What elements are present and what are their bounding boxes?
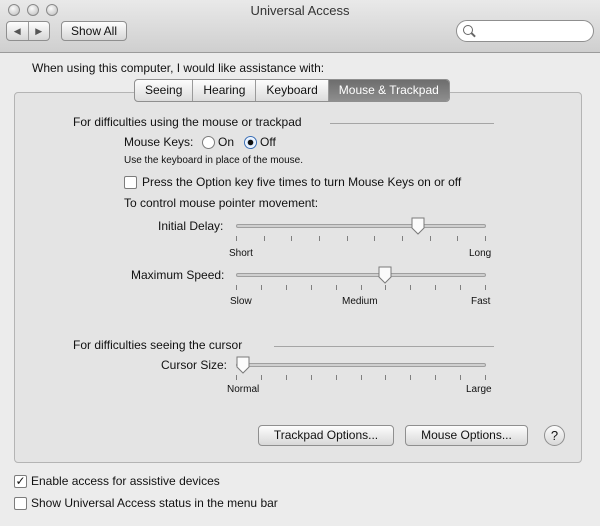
slider-tick <box>311 285 312 290</box>
cursor-size-label: Cursor Size: <box>161 358 228 372</box>
slider-tick <box>485 375 486 380</box>
maximum-speed-min-label: Slow <box>230 296 252 307</box>
initial-delay-min-label: Short <box>229 248 253 259</box>
cursor-size-slider[interactable] <box>236 356 486 393</box>
slider-tick <box>435 375 436 380</box>
slider-knob[interactable] <box>411 217 425 235</box>
slider-tick <box>311 375 312 380</box>
tab-seeing[interactable]: Seeing <box>135 80 192 101</box>
slider-tick <box>336 285 337 290</box>
back-arrow-icon: ◀ <box>13 25 21 36</box>
forward-arrow-icon: ▶ <box>35 25 43 36</box>
tab-keyboard[interactable]: Keyboard <box>255 80 327 101</box>
mouse-section-title: For difficulties using the mouse or trac… <box>73 115 302 129</box>
initial-delay-label: Initial Delay: <box>158 219 224 233</box>
slider-tick <box>402 236 403 241</box>
slider-tick <box>236 285 237 290</box>
mouse-keys-on-radio[interactable] <box>202 136 215 149</box>
slider-tick <box>460 285 461 290</box>
assistive-devices-checkbox[interactable]: ✓ <box>14 475 27 488</box>
window-title: Universal Access <box>250 3 350 18</box>
slider-tick <box>460 375 461 380</box>
mouse-keys-hint: Use the keyboard in place of the mouse. <box>124 155 303 166</box>
pointer-movement-heading: To control mouse pointer movement: <box>124 196 319 210</box>
slider-tick <box>374 236 375 241</box>
slider-tick <box>410 285 411 290</box>
search-icon <box>463 25 473 35</box>
cursor-section-divider <box>274 346 494 347</box>
maximum-speed-label: Maximum Speed: <box>131 268 225 282</box>
search-field[interactable] <box>456 20 594 42</box>
option-key-label: Press the Option key five times to turn … <box>142 175 462 189</box>
show-all-button[interactable]: Show All <box>61 21 127 41</box>
slider-tick <box>236 375 237 380</box>
assistance-prompt: When using this computer, I would like a… <box>32 61 325 75</box>
mouse-keys-on-label: On <box>218 135 235 149</box>
initial-delay-max-label: Long <box>469 248 492 259</box>
back-button[interactable]: ◀ <box>7 22 28 40</box>
slider-knob[interactable] <box>378 266 392 284</box>
tab-mouse-trackpad[interactable]: Mouse & Trackpad <box>327 80 449 101</box>
maximum-speed-max-label: Fast <box>471 296 491 307</box>
forward-button[interactable]: ▶ <box>27 22 50 40</box>
slider-tick <box>336 375 337 380</box>
slider-tick <box>286 375 287 380</box>
slider-tick <box>286 285 287 290</box>
cursor-size-min-label: Normal <box>227 384 260 395</box>
cursor-section-title: For difficulties seeing the cursor <box>73 338 243 352</box>
menu-bar-status-label: Show Universal Access status in the menu… <box>31 496 278 510</box>
slider-tick <box>457 236 458 241</box>
mouse-options-button[interactable]: Mouse Options... <box>405 425 528 446</box>
slider-track <box>236 273 486 277</box>
tab-hearing[interactable]: Hearing <box>192 80 255 101</box>
checkmark-icon: ✓ <box>15 474 26 488</box>
slider-tick <box>485 236 486 241</box>
slider-tick <box>361 375 362 380</box>
back-forward-group: ◀ ▶ <box>6 21 50 41</box>
cursor-size-max-label: Large <box>466 384 492 395</box>
menu-bar-status-checkbox[interactable] <box>14 497 27 510</box>
slider-tick <box>319 236 320 241</box>
trackpad-options-button[interactable]: Trackpad Options... <box>258 425 394 446</box>
slider-tick <box>385 285 386 290</box>
help-button[interactable]: ? <box>544 425 565 446</box>
mouse-keys-label: Mouse Keys: <box>124 135 194 149</box>
slider-tick <box>236 236 237 241</box>
mouse-keys-off-radio[interactable] <box>244 136 257 149</box>
option-key-checkbox[interactable] <box>124 176 137 189</box>
tab-bar: Seeing Hearing Keyboard Mouse & Trackpad <box>134 79 450 102</box>
slider-track <box>236 224 486 228</box>
slider-knob[interactable] <box>236 356 250 374</box>
slider-tick <box>361 285 362 290</box>
slider-track <box>236 363 486 367</box>
slider-tick <box>291 236 292 241</box>
assistive-devices-label: Enable access for assistive devices <box>31 474 220 488</box>
slider-tick <box>347 236 348 241</box>
slider-tick <box>485 285 486 290</box>
slider-tick <box>261 375 262 380</box>
slider-tick <box>430 236 431 241</box>
slider-tick <box>410 375 411 380</box>
slider-tick <box>385 375 386 380</box>
maximum-speed-mid-label: Medium <box>342 296 378 307</box>
initial-delay-slider[interactable] <box>236 217 486 254</box>
mouse-keys-off-label: Off <box>260 135 276 149</box>
slider-tick <box>264 236 265 241</box>
slider-tick <box>435 285 436 290</box>
slider-tick <box>261 285 262 290</box>
mouse-section-divider <box>330 123 494 124</box>
